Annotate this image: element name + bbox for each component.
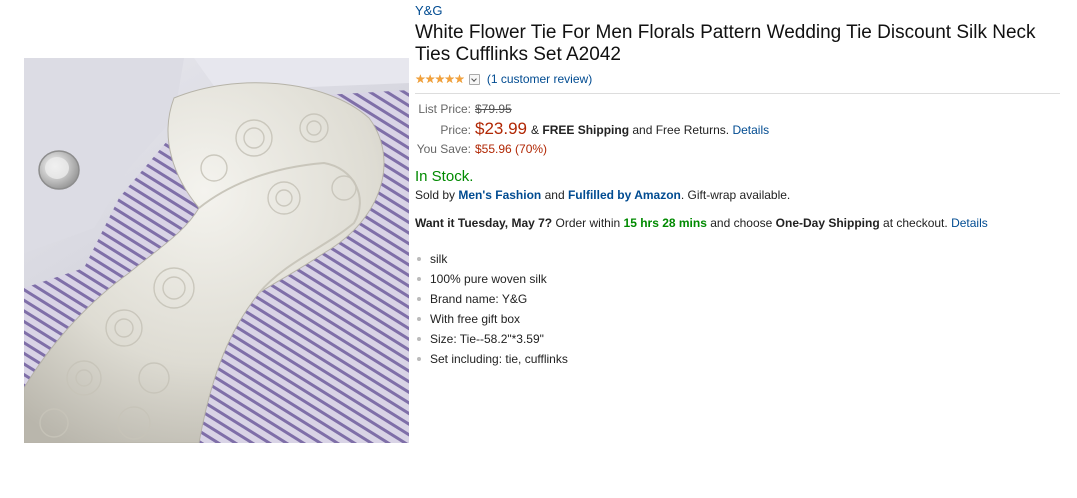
seller-link[interactable]: Men's Fashion (458, 188, 541, 202)
you-save-value: $55.96 (70%) (475, 142, 548, 156)
sold-by-line: Sold by Men's Fashion and Fulfilled by A… (415, 188, 1060, 202)
ampersand: & (531, 123, 540, 137)
star-rating[interactable]: ★ ★ ★ ★ ★ (415, 72, 465, 86)
feature-bullet: 100% pure woven silk (415, 270, 1060, 290)
rating-row: ★ ★ ★ ★ ★ (1 customer review) (415, 71, 1060, 87)
fulfilled-by-amazon-link[interactable]: Fulfilled by Amazon (568, 188, 681, 202)
feature-bullets: silk 100% pure woven silk Brand name: Y&… (415, 250, 1060, 370)
price-value: $23.99 (475, 119, 527, 138)
delivery-message: Want it Tuesday, May 7? Order within 15 … (415, 216, 1060, 230)
list-price-label: List Price: (418, 102, 471, 116)
product-details: Y&G White Flower Tie For Men Florals Pat… (415, 2, 1060, 370)
feature-bullet: Brand name: Y&G (415, 290, 1060, 310)
star-icon: ★ (415, 72, 426, 86)
star-icon: ★ (424, 72, 436, 86)
free-shipping-label: FREE Shipping (542, 123, 630, 137)
order-within-text: Order within (555, 216, 621, 230)
divider (415, 93, 1060, 94)
delivery-details-link[interactable]: Details (951, 216, 988, 230)
stock-status: In Stock. (415, 168, 474, 185)
star-icon: ★ (454, 72, 465, 86)
one-day-shipping-label: One-Day Shipping (775, 216, 880, 230)
chevron-down-icon[interactable] (468, 73, 480, 85)
feature-bullet: Size: Tie--58.2"*3.59" (415, 330, 1060, 350)
want-it-date: Want it Tuesday, May 7? (415, 216, 553, 230)
and-text: and (544, 188, 565, 202)
product-image[interactable] (24, 58, 409, 443)
countdown-timer: 15 hrs 28 mins (623, 216, 707, 230)
list-price-value: $79.95 (475, 102, 512, 116)
you-save-label: You Save: (416, 142, 471, 156)
gift-wrap-text: . Gift-wrap available. (680, 188, 791, 202)
customer-review-link[interactable]: (1 customer review) (487, 72, 592, 86)
checkout-text: at checkout. (883, 216, 948, 230)
you-save-row: You Save: $55.96 (70%) (415, 142, 1060, 156)
feature-bullet: With free gift box (415, 310, 1060, 330)
sold-by-prefix: Sold by (415, 188, 456, 202)
list-price-row: List Price: $79.95 (415, 102, 1060, 116)
brand-link[interactable]: Y&G (415, 3, 442, 18)
choose-text: and choose (710, 216, 773, 230)
feature-bullet: silk (415, 250, 1060, 270)
shipping-info: & FREE Shipping and Free Returns. Detail… (531, 123, 769, 137)
product-title: White Flower Tie For Men Florals Pattern… (415, 22, 1036, 65)
feature-bullet: Set including: tie, cufflinks (415, 350, 1060, 370)
star-icon: ★ (444, 72, 455, 86)
shipping-details-link[interactable]: Details (732, 123, 769, 137)
price-row: Price: $23.99 & FREE Shipping and Free R… (415, 119, 1060, 139)
price-label: Price: (440, 123, 471, 137)
returns-text: and Free Returns. (632, 123, 730, 137)
star-icon: ★ (434, 72, 446, 86)
price-block: List Price: $79.95 Price: $23.99 & FREE … (415, 102, 1060, 156)
